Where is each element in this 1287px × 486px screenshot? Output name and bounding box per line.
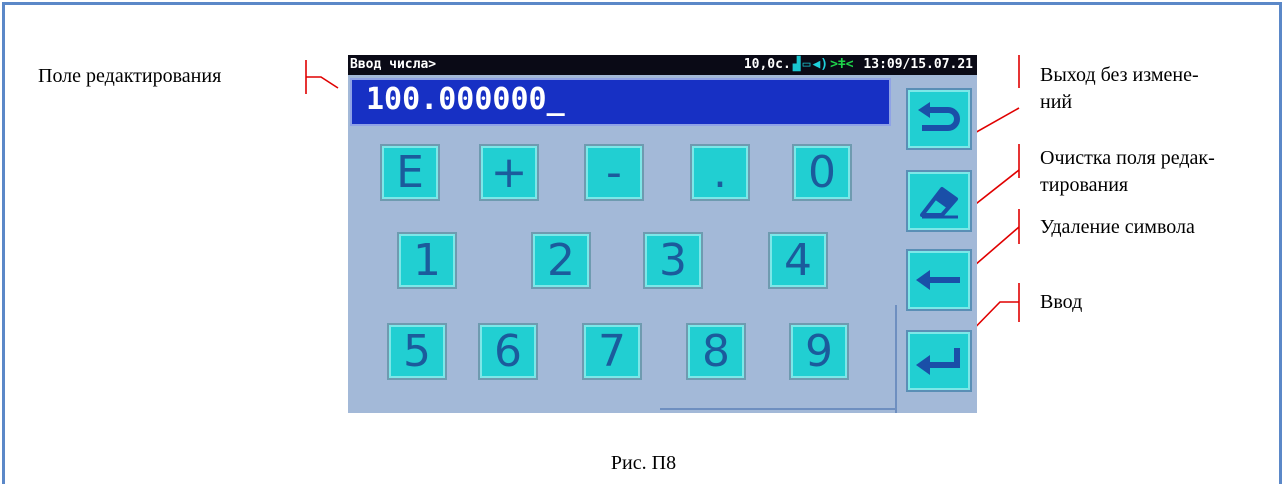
enter-button[interactable]: [906, 330, 972, 392]
left-arrow-icon: [916, 270, 960, 290]
device-screen: Ввод числа> 10,0с. ▟ ▭ ◀) >ǂ< 13:09/15.07.21…: [348, 55, 977, 413]
delete-char-button[interactable]: [906, 249, 972, 311]
eraser-icon: [920, 187, 958, 219]
enter-arrow-icon: [916, 348, 960, 375]
screen-separators: [660, 305, 897, 413]
exit-annotation-line2: ний: [1040, 91, 1073, 113]
clear-annotation-line1: Очистка поля редак-: [1040, 147, 1215, 169]
exit-without-changes-button[interactable]: [906, 88, 972, 150]
edit-field-leader: [306, 76, 339, 89]
edit-field-annotation: Поле редактирования: [38, 65, 222, 87]
enter-annotation: Ввод: [1040, 291, 1083, 313]
clear-annotation-line2: тирования: [1040, 174, 1129, 196]
exit-annotation-line1: Выход без измене-: [1040, 64, 1199, 86]
clear-field-button[interactable]: [906, 170, 972, 232]
return-arrow-icon: [918, 102, 960, 131]
figure-caption: Рис. П8: [610, 452, 677, 474]
delete-char-annotation: Удаление символа: [1040, 216, 1195, 238]
